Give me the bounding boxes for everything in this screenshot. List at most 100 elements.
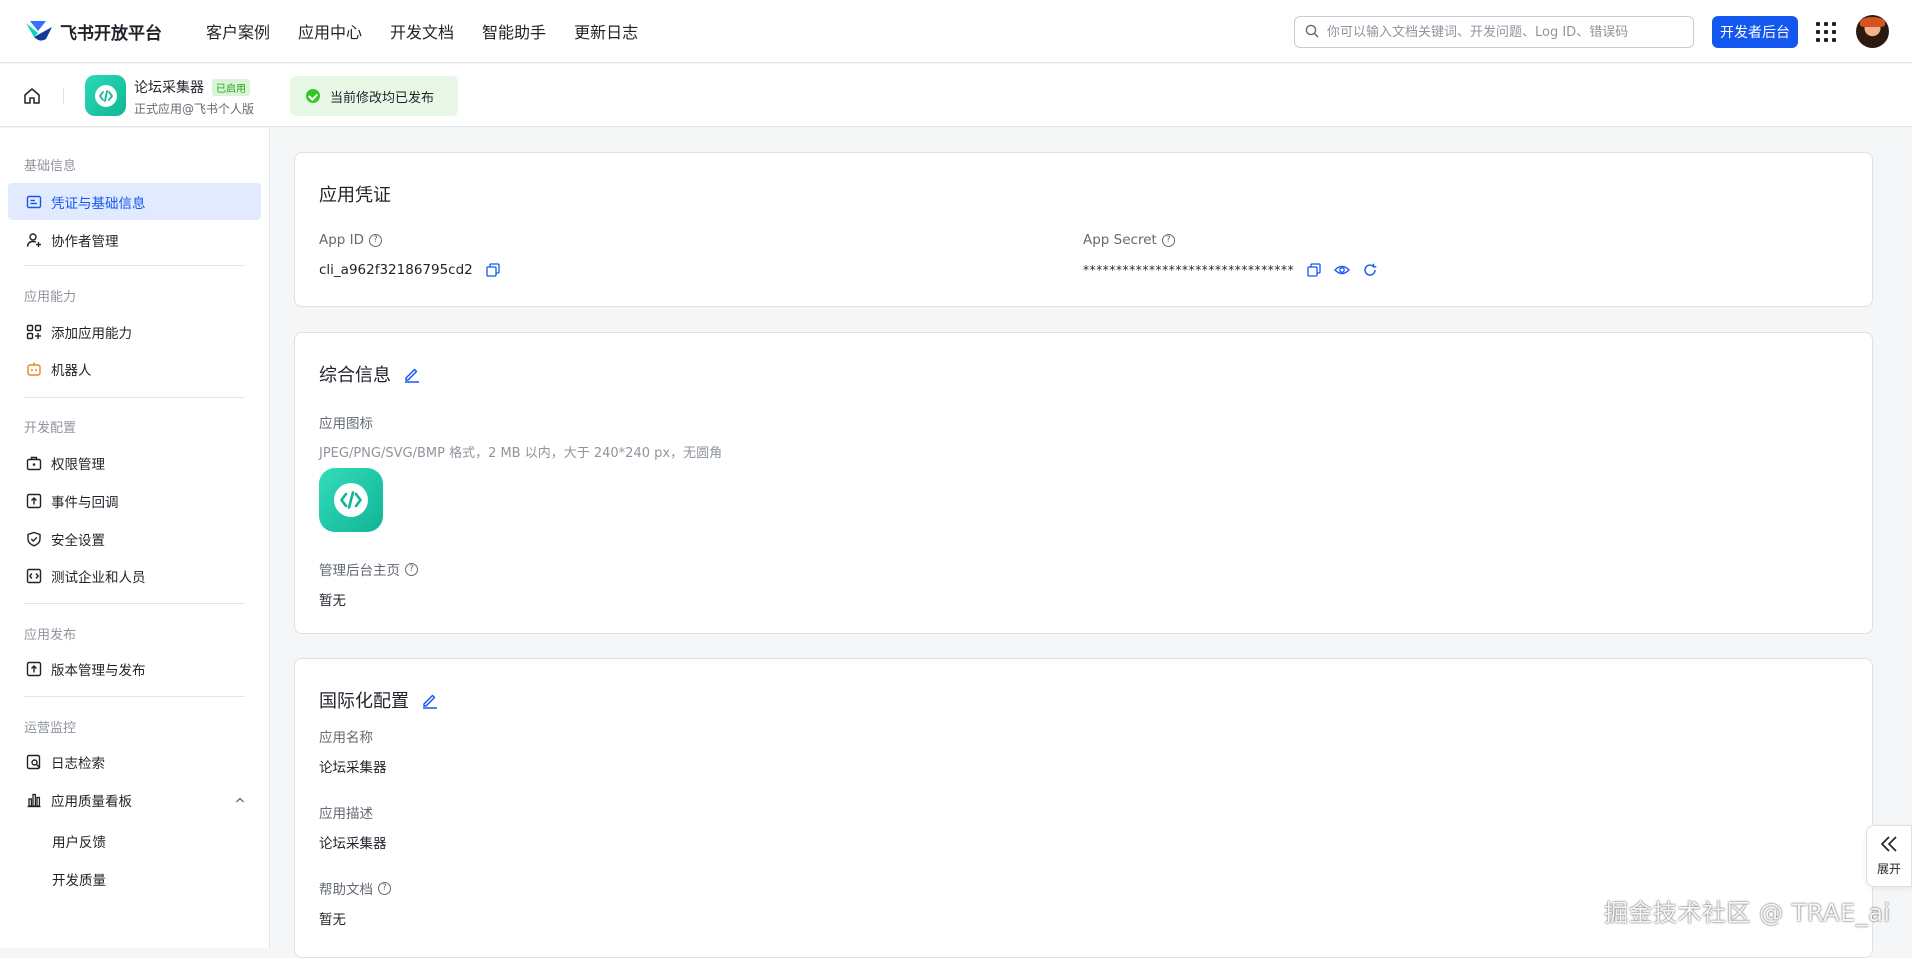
app-desc-value: 论坛采集器: [319, 836, 387, 852]
sidebar-item-events[interactable]: 事件与回调: [8, 482, 261, 519]
card-title-row: 国际化配置: [319, 687, 439, 713]
sidebar-item-label: 协作者管理: [51, 233, 119, 250]
app-icon-label: 应用图标: [319, 416, 373, 432]
sidebar-group-dev-config: 开发配置: [24, 421, 77, 436]
nav-customer-cases[interactable]: 客户案例: [206, 19, 270, 43]
user-avatar[interactable]: [1856, 15, 1889, 48]
app-name-value: 论坛采集器: [319, 760, 387, 776]
sidebar-group-publish: 应用发布: [24, 628, 77, 643]
nav-app-center[interactable]: 应用中心: [298, 19, 362, 43]
sidebar-item-label: 安全设置: [51, 532, 105, 549]
sidebar-item-collaborators[interactable]: 协作者管理: [8, 221, 261, 258]
user-add-icon: [26, 232, 42, 248]
double-chevron-left-icon: [1879, 835, 1899, 856]
brand-logo[interactable]: 飞书开放平台: [24, 19, 184, 44]
label-text: App Secret: [1083, 232, 1157, 248]
apps-add-icon: [26, 324, 42, 340]
sidebar-item-credentials[interactable]: 凭证与基础信息: [8, 183, 261, 220]
sidebar-item-label: 机器人: [51, 362, 92, 379]
divider: [24, 265, 245, 266]
search-input[interactable]: [1327, 24, 1667, 40]
eye-icon[interactable]: [1334, 262, 1351, 278]
brand-name: 飞书开放平台: [60, 23, 162, 44]
bar-chart-icon: [26, 792, 42, 808]
app-header-bar: [0, 64, 1912, 127]
help-icon[interactable]: ?: [405, 562, 418, 576]
search-icon: [1305, 23, 1319, 42]
copy-icon[interactable]: [485, 262, 501, 278]
info-card-icon: [26, 194, 42, 210]
label-text: App ID: [319, 232, 365, 248]
app-type: 正式应用@飞书个人版: [134, 102, 255, 116]
edit-icon[interactable]: [421, 691, 439, 709]
sidebar-item-label: 事件与回调: [51, 494, 119, 511]
app-id-text: cli_a962f32186795cd2: [319, 262, 473, 278]
card-title: 综合信息: [319, 365, 391, 386]
help-icon[interactable]: ?: [1161, 233, 1175, 247]
app-name-label: 应用名称: [319, 730, 373, 746]
feishu-logo-icon: [24, 19, 54, 43]
sidebar-item-label: 测试企业和人员: [51, 569, 146, 586]
app-id-value: cli_a962f32186795cd2: [319, 262, 501, 278]
watermark-text: 掘金技术社区 @ TRAE_ai: [1604, 899, 1891, 927]
edit-icon[interactable]: [403, 365, 421, 383]
sidebar-item-add-capability[interactable]: 添加应用能力: [8, 313, 261, 350]
sidebar-item-security[interactable]: 安全设置: [8, 520, 261, 557]
general-info-card: 综合信息 应用图标 JPEG/PNG/SVG/BMP 格式，2 MB 以内，大于…: [294, 332, 1873, 634]
sidebar-group-capabilities: 应用能力: [24, 290, 77, 305]
refresh-icon[interactable]: [1362, 262, 1378, 278]
sidebar: 基础信息 凭证与基础信息 协作者管理 应用能力 添加应用能力 机器人 开发配置 …: [0, 128, 270, 948]
nav-smart-assistant[interactable]: 智能助手: [482, 19, 546, 43]
label-text: 帮助文档: [319, 882, 373, 898]
briefcase-lock-icon: [26, 455, 42, 471]
status-badge: 已启用: [212, 79, 250, 96]
developer-console-button[interactable]: 开发者后台: [1712, 16, 1798, 48]
expand-panel-button[interactable]: 展开: [1866, 825, 1912, 887]
upload-box-icon: [26, 661, 42, 677]
help-icon[interactable]: ?: [378, 881, 391, 895]
sidebar-subitem-feedback[interactable]: 用户反馈: [52, 831, 106, 851]
code-box-icon: [26, 568, 42, 584]
expand-label: 展开: [1876, 862, 1901, 876]
sidebar-item-label: 版本管理与发布: [51, 662, 146, 679]
sidebar-item-logs[interactable]: 日志检索: [8, 743, 261, 780]
sidebar-item-versions[interactable]: 版本管理与发布: [8, 650, 261, 687]
app-icon-preview[interactable]: [319, 468, 383, 532]
home-icon[interactable]: [22, 86, 42, 106]
nav-changelog[interactable]: 更新日志: [574, 19, 638, 43]
sidebar-item-label: 日志检索: [51, 755, 105, 772]
search-box[interactable]: [1294, 16, 1694, 48]
label-text: 管理后台主页: [319, 563, 400, 579]
admin-home-value: 暂无: [319, 593, 346, 609]
publish-status-banner: 当前修改均已发布: [290, 76, 458, 116]
check-circle-icon: [306, 89, 320, 103]
sidebar-item-permissions[interactable]: 权限管理: [8, 444, 261, 481]
event-upload-icon: [26, 493, 42, 509]
sidebar-group-basic: 基础信息: [24, 159, 77, 174]
sidebar-group-monitoring: 运营监控: [24, 721, 77, 736]
app-grid-icon[interactable]: [1816, 22, 1836, 42]
app-icon: [85, 75, 126, 116]
nav-dev-docs[interactable]: 开发文档: [390, 19, 454, 43]
app-id-label: App ID ?: [319, 232, 383, 248]
divider: [24, 397, 245, 398]
help-icon[interactable]: ?: [369, 233, 383, 247]
copy-icon[interactable]: [1306, 262, 1322, 278]
app-secret-text: ********************************: [1083, 263, 1295, 277]
card-title: 应用凭证: [319, 185, 391, 206]
sidebar-item-bot[interactable]: 机器人: [8, 350, 261, 387]
sidebar-item-label: 添加应用能力: [51, 325, 132, 342]
divider: [63, 88, 64, 104]
sidebar-item-label: 应用质量看板: [51, 793, 132, 810]
chevron-up-icon[interactable]: [234, 794, 246, 810]
app-secret-value: ********************************: [1083, 262, 1378, 278]
sidebar-subitem-dev-quality[interactable]: 开发质量: [52, 869, 106, 889]
sidebar-item-label: 权限管理: [51, 456, 105, 473]
app-desc-label: 应用描述: [319, 806, 373, 822]
sidebar-item-test-users[interactable]: 测试企业和人员: [8, 557, 261, 594]
help-doc-value: 暂无: [319, 912, 346, 928]
sidebar-item-label: 凭证与基础信息: [51, 195, 146, 212]
log-search-icon: [26, 754, 42, 770]
app-secret-label: App Secret ?: [1083, 232, 1175, 248]
sidebar-item-quality-board[interactable]: 应用质量看板: [8, 781, 261, 818]
